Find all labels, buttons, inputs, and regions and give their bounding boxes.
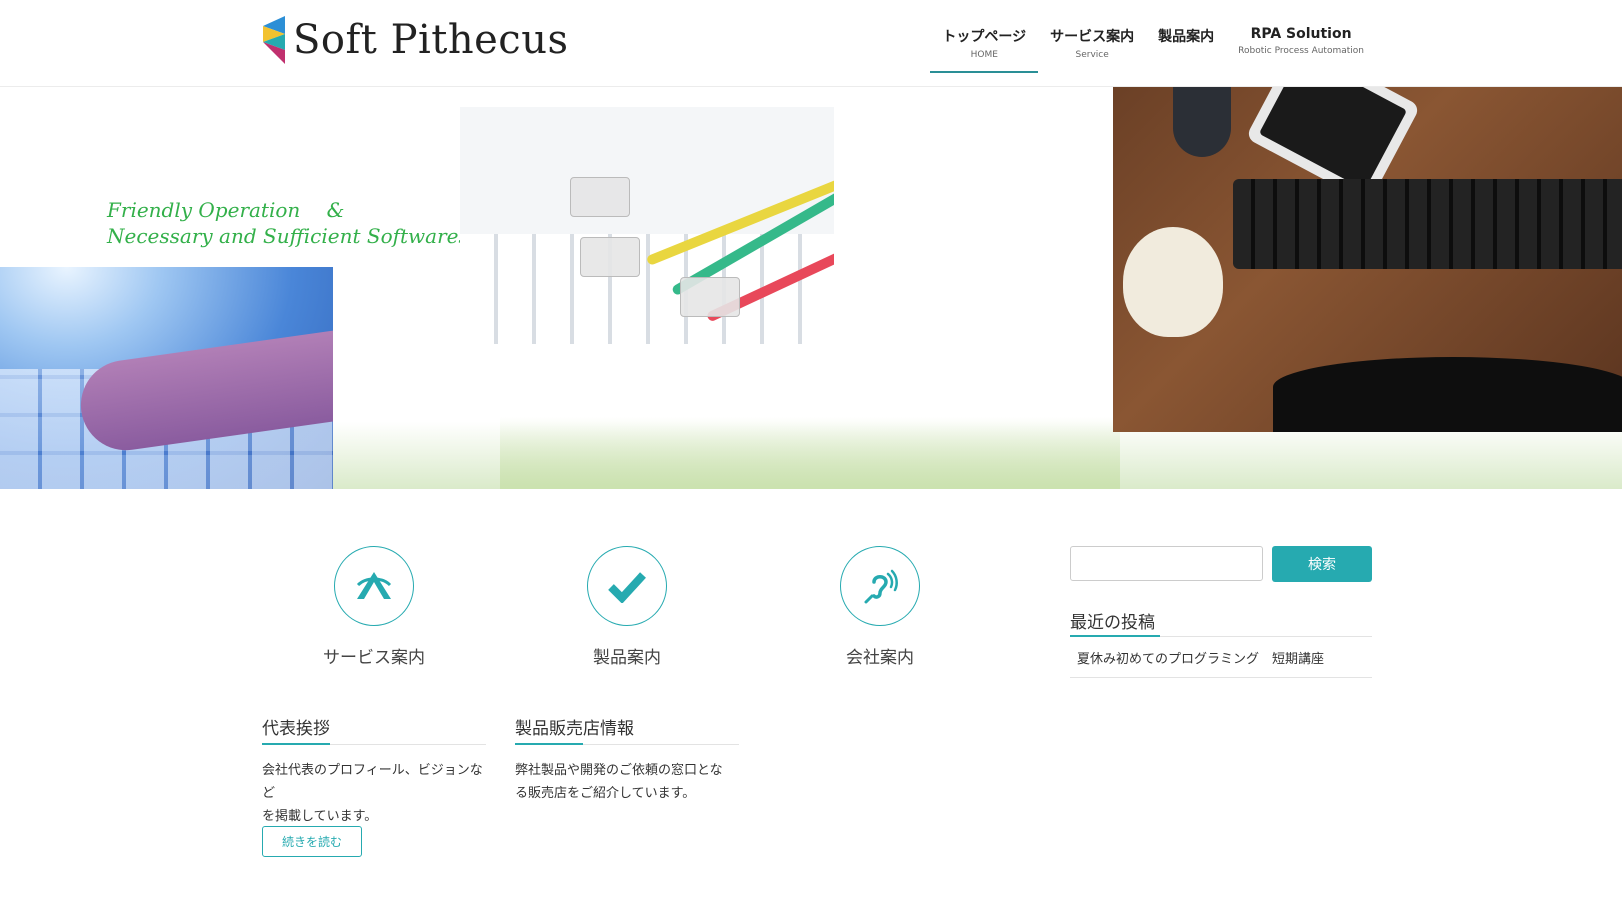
nav-item-label: RPA Solution xyxy=(1250,26,1352,42)
nav-item-sublabel: HOME xyxy=(970,50,998,60)
dealers-divider-accent xyxy=(515,743,583,745)
hero-image-desk xyxy=(1113,87,1622,432)
hero-banner: Friendly Operation & Necessary and Suffi… xyxy=(0,87,1622,489)
greeting-title: 代表挨拶 xyxy=(262,719,330,739)
nav-item-rpa[interactable]: RPA Solution Robotic Process Automation xyxy=(1226,0,1376,87)
nav-item-products[interactable]: 製品案内 xyxy=(1146,0,1226,87)
nav-item-home[interactable]: トップページ HOME xyxy=(930,0,1038,87)
hero-image-finger-keyboard xyxy=(0,267,333,489)
hero-tagline-line: Necessary and Sufficient Softwares xyxy=(107,224,469,248)
site-logo[interactable]: Soft Pithecus xyxy=(263,16,568,64)
read-more-button[interactable]: 続きを読む xyxy=(262,826,362,857)
feature-circle xyxy=(840,546,920,626)
recent-posts-title: 最近の投稿 xyxy=(1070,613,1155,633)
mouse-shape xyxy=(1173,87,1231,157)
feature-products[interactable]: 製品案内 xyxy=(537,546,717,668)
search-input[interactable] xyxy=(1070,546,1263,581)
hero-tagline: Friendly Operation & Necessary and Suffi… xyxy=(107,197,469,249)
site-header: Soft Pithecus トップページ HOME サービス案内 Service… xyxy=(0,0,1622,87)
feature-label: 製品案内 xyxy=(593,648,661,668)
nav-item-sublabel: Robotic Process Automation xyxy=(1238,46,1364,56)
feature-company[interactable]: 会社案内 xyxy=(790,546,970,668)
nav-item-label: サービス案内 xyxy=(1050,29,1135,45)
nav-item-sublabel: Service xyxy=(1075,50,1109,60)
recent-post-divider xyxy=(1070,677,1372,678)
main-nav: トップページ HOME サービス案内 Service 製品案内 RPA Solu… xyxy=(930,0,1376,87)
greeting-body: 会社代表のプロフィール、ビジョンなど を掲載しています。 xyxy=(262,759,492,828)
logo-mark-icon xyxy=(263,16,285,64)
hero-grass-background xyxy=(500,417,1120,489)
logo-text: Soft Pithecus xyxy=(293,17,569,63)
hearing-icon xyxy=(864,569,898,604)
recent-posts-divider-accent xyxy=(1070,635,1160,637)
triangle-logo-icon xyxy=(356,572,392,599)
recent-post-link[interactable]: 夏休み初めてのプログラミング 短期講座 xyxy=(1077,648,1324,667)
checkmark-icon xyxy=(608,572,646,603)
plush-toy-shape xyxy=(1123,227,1223,337)
feature-label: 会社案内 xyxy=(846,648,914,668)
feature-service[interactable]: サービス案内 xyxy=(284,546,464,668)
greeting-body-line: を掲載しています。 xyxy=(262,809,378,824)
dealers-body-line: る販売店をご紹介しています。 xyxy=(515,786,696,801)
hero-image-lan-cables xyxy=(460,107,834,344)
monitor-stand-shape xyxy=(1273,357,1622,432)
nav-item-service[interactable]: サービス案内 Service xyxy=(1038,0,1146,87)
feature-circle xyxy=(334,546,414,626)
greeting-body-line: 会社代表のプロフィール、ビジョンなど xyxy=(262,763,483,801)
dealers-title: 製品販売店情報 xyxy=(515,719,634,739)
dealers-body: 弊社製品や開発のご依頼の窓口とな る販売店をご紹介しています。 xyxy=(515,759,745,805)
connector-icon xyxy=(580,237,640,277)
search-button[interactable]: 検索 xyxy=(1272,546,1372,582)
connector-icon xyxy=(570,177,630,217)
nav-item-label: 製品案内 xyxy=(1158,29,1215,45)
keyboard-shape xyxy=(1233,179,1622,269)
feature-label: サービス案内 xyxy=(323,648,425,668)
feature-circle xyxy=(587,546,667,626)
greeting-divider-accent xyxy=(262,743,330,745)
dealers-body-line: 弊社製品や開発のご依頼の窓口とな xyxy=(515,763,723,778)
connector-icon xyxy=(680,277,740,317)
hero-tagline-line: Friendly Operation & xyxy=(107,198,345,222)
nav-item-label: トップページ xyxy=(942,29,1027,45)
